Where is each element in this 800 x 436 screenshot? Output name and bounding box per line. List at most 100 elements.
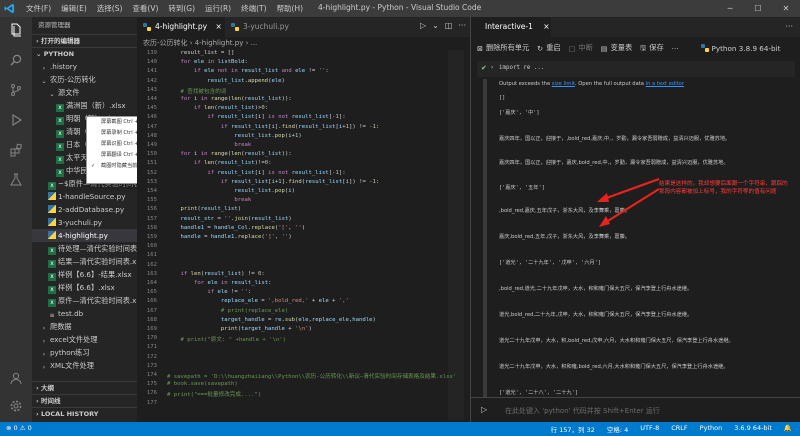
interpreter-version[interactable]: 3.6.9 64-bit (734, 424, 772, 434)
code-line[interactable]: result_list.pop(i+1) (167, 133, 301, 139)
tree-item[interactable]: x结果—清代实验时间表.xlsx (32, 255, 137, 268)
outline-section[interactable]: › 大纲 (32, 381, 137, 394)
menu-item[interactable]: 编辑(E) (61, 3, 87, 14)
testing-icon[interactable] (7, 171, 25, 189)
tree-item[interactable]: x待处理—清代实验时间表.xlsx (32, 242, 137, 255)
open-editors-section[interactable]: › 打开的编辑器 (32, 34, 137, 47)
tree-item[interactable]: 2-addDatabase.py (32, 203, 137, 216)
code-line[interactable]: # savepath = 'D:\\huangzhaiiang\\Python\… (167, 372, 456, 380)
code-line[interactable]: handle = handle1.replace(']', '') (167, 234, 291, 240)
tab-close-icon[interactable]: × (543, 22, 549, 31)
tree-item[interactable]: › XML文件处理 (32, 359, 137, 372)
code-line[interactable]: result_list.append(ele) (167, 78, 285, 84)
code-line[interactable]: result_str = ''.join(result_list) (167, 216, 291, 222)
code-line[interactable]: if len(result_list)>0: (167, 105, 268, 111)
indentation[interactable]: 空格: 4 (607, 424, 628, 434)
tree-item[interactable]: › 爬数据 (32, 320, 137, 333)
cursor-position[interactable]: 行 157，列 32 (551, 424, 595, 434)
tab-interactive-1[interactable]: Interactive-1 × (471, 17, 551, 37)
code-line[interactable]: handle1 = handle_Col.replace('[', '') (167, 225, 305, 231)
source-control-icon[interactable] (7, 81, 25, 99)
split-editor-icon[interactable]: ◫ (445, 21, 453, 30)
tree-item[interactable]: 4-highlight.py (32, 229, 137, 242)
restart-button[interactable]: ↻ 重启 (537, 43, 560, 53)
interactive-input-box[interactable]: ▷ 在此处键入 'python' 代码并按 Shift+Enter 运行 (471, 397, 800, 422)
timeline-section[interactable]: › 时间线 (32, 394, 137, 407)
language-mode[interactable]: Python (700, 424, 723, 434)
explorer-icon[interactable] (7, 21, 25, 39)
code-line[interactable]: for i in range(len(result_list)): (167, 151, 291, 157)
minimize-icon[interactable]: ─ (716, 0, 744, 17)
code-line[interactable]: # print("===批量修改完成....") (167, 390, 261, 398)
tree-item[interactable]: 1-handleSource.py (32, 190, 137, 203)
menu-item[interactable]: 文件(F) (26, 3, 51, 14)
code-line[interactable]: print(result_list) (167, 206, 241, 212)
breadcrumb-folder[interactable]: 农历-公历转化 (143, 39, 188, 47)
code-line[interactable]: if ele != '': (167, 289, 251, 295)
tree-item[interactable]: › excel文件处理 (32, 333, 137, 346)
code-line[interactable]: # 查找被包含的词 (167, 87, 226, 95)
gear-icon[interactable] (7, 397, 25, 415)
code-line[interactable]: break (167, 142, 251, 148)
code-line[interactable]: result_list = [] (167, 50, 234, 56)
variables-button[interactable]: ▤ 变量表 (601, 43, 632, 53)
tree-item[interactable]: ⌄ 源文件 (32, 86, 137, 99)
clear-all-button[interactable]: ⊠ 删除所有单元 (477, 43, 529, 53)
code-line[interactable]: if result_list[i].find(result_list[i+1])… (167, 124, 379, 130)
code-line[interactable]: if ele not in result_list and ele != '': (167, 68, 329, 74)
menu-item[interactable]: 查看(V) (132, 3, 158, 14)
code-line[interactable]: print(target_handle + '\n') (167, 326, 312, 332)
more-actions-icon[interactable]: ··· (458, 21, 466, 30)
account-icon[interactable] (7, 369, 25, 387)
problems-indicator[interactable]: ⊗ 0 ⚠ 0 (6, 424, 32, 432)
tree-item[interactable]: ⌄ 农历-公历转化 (32, 73, 137, 86)
code-line[interactable]: if result_list[i] is not result_list[-1]… (167, 114, 345, 120)
tree-item[interactable]: x 样例【6.6】-结果.xlsx (32, 268, 137, 281)
breadcrumb-symbol[interactable]: ... (251, 39, 258, 47)
code-line[interactable]: if len(result_list) != 0: (167, 271, 264, 277)
code-line[interactable]: target_handle = re.sub(ele,replace_ele,h… (167, 317, 376, 323)
save-button[interactable]: 🖫 保存 (640, 42, 664, 55)
code-line[interactable]: replace_ele = ',bold_red,' + ele + ',' (167, 298, 349, 304)
code-line[interactable]: for ele in result_list: (167, 280, 272, 286)
minimap[interactable] (448, 50, 464, 420)
maximize-icon[interactable]: ☐ (744, 0, 772, 17)
chevron-down-icon[interactable]: ⌄ (432, 21, 439, 30)
tree-item[interactable]: x 样例【6.6】.xlsx (32, 281, 137, 294)
code-line[interactable]: if len(result_list)!=0: (167, 160, 272, 166)
tab-close-icon[interactable]: × (215, 22, 221, 31)
breadcrumb-file[interactable]: 4-highlight.py (195, 39, 244, 47)
menu-item[interactable]: 帮助(H) (277, 3, 304, 14)
tree-item[interactable]: ≡ test.db (32, 307, 137, 320)
code-line[interactable]: # print("原文: " +handle + '\n') (167, 335, 285, 343)
close-icon[interactable]: ✕ (772, 0, 800, 17)
more-actions-icon[interactable]: ··· (672, 44, 679, 53)
code-line[interactable]: for ele in listBold: (167, 59, 247, 65)
code-line[interactable]: result_list.pop(i) (167, 188, 295, 194)
code-area[interactable]: 139 result_list = [] 140 for ele in listB… (137, 50, 470, 422)
code-line[interactable]: if result_list[i] is not result_list[-1]… (167, 170, 345, 176)
size-limit-link[interactable]: size limit (552, 81, 575, 87)
tree-item[interactable]: › .history (32, 60, 137, 73)
tree-item[interactable]: x原件—清代实验时间表.xlsx (32, 294, 137, 307)
encoding[interactable]: UTF-8 (640, 424, 659, 434)
code-line[interactable]: # print(replace_ele) (167, 308, 288, 314)
notifications-icon[interactable]: 🔔 (784, 424, 792, 434)
run-debug-icon[interactable] (7, 111, 25, 129)
code-line[interactable]: for i in range(len(result_list)): (167, 96, 291, 102)
tab-4-highlight[interactable]: 4-highlight.py × (137, 17, 225, 37)
code-line[interactable]: if result_list[i+1].find(result_list[i])… (167, 179, 379, 185)
kernel-selector[interactable]: Python 3.8.9 64-bit (700, 44, 780, 53)
tree-item[interactable]: 3-yuchuli.py (32, 216, 137, 229)
more-actions-icon[interactable]: ··· (785, 22, 793, 31)
line-ending[interactable]: CRLF (671, 424, 687, 434)
tree-item[interactable]: x 满洲国（新）.xlsx (32, 99, 137, 112)
local-history-section[interactable]: › LOCAL HISTORY (32, 407, 137, 420)
menu-item[interactable]: 运行(R) (205, 3, 231, 14)
menu-item[interactable]: 转到(G) (168, 3, 195, 14)
run-cell-icon[interactable]: ▷ (481, 405, 487, 414)
interrupt-button[interactable]: □ 中断 (569, 43, 593, 53)
folder-section[interactable]: ⌄ PYTHON (32, 47, 137, 60)
extensions-icon[interactable] (7, 141, 25, 159)
tree-item[interactable]: › python练习 (32, 346, 137, 359)
